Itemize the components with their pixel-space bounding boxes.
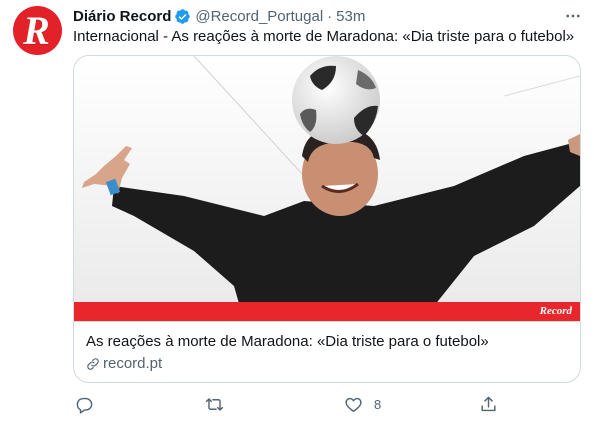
tweet-actions: 8 — [73, 392, 513, 416]
verified-badge-icon — [175, 8, 191, 24]
retweet-button[interactable] — [205, 392, 235, 416]
avatar[interactable]: R — [13, 6, 62, 55]
share-button[interactable] — [479, 392, 509, 416]
card-image-watermark: Record — [539, 305, 572, 317]
separator-dot: · — [327, 7, 333, 25]
card-title: As reações à morte de Maradona: «Dia tri… — [86, 333, 489, 350]
reply-button[interactable] — [75, 392, 105, 416]
tweet-text: Internacional - As reações à morte de Ma… — [73, 28, 575, 45]
card-photo — [74, 56, 580, 321]
display-name[interactable]: Diário Record — [73, 8, 171, 25]
share-icon — [481, 396, 496, 411]
like-button[interactable]: 8 — [344, 392, 381, 416]
card-divider — [74, 321, 580, 322]
reply-icon — [76, 397, 93, 414]
like-count: 8 — [374, 396, 382, 412]
avatar-logo: R — [23, 7, 50, 53]
like-icon — [345, 397, 362, 412]
tweet-header: Diário Record @Record_Portugal · 53m — [73, 7, 582, 25]
link-card[interactable]: Record As reações à morte de Maradona: «… — [73, 55, 581, 383]
link-icon — [87, 358, 99, 370]
card-image[interactable]: Record — [74, 56, 580, 321]
tweet[interactable]: R Diário Record @Record_Portugal · 53m I… — [0, 0, 594, 421]
retweet-icon — [205, 397, 224, 411]
card-domain-text: record.pt — [103, 355, 163, 372]
more-options-icon[interactable] — [564, 7, 582, 25]
user-handle[interactable]: @Record_Portugal — [195, 8, 323, 25]
timestamp[interactable]: 53m — [336, 8, 365, 25]
card-domain: record.pt — [86, 354, 568, 374]
